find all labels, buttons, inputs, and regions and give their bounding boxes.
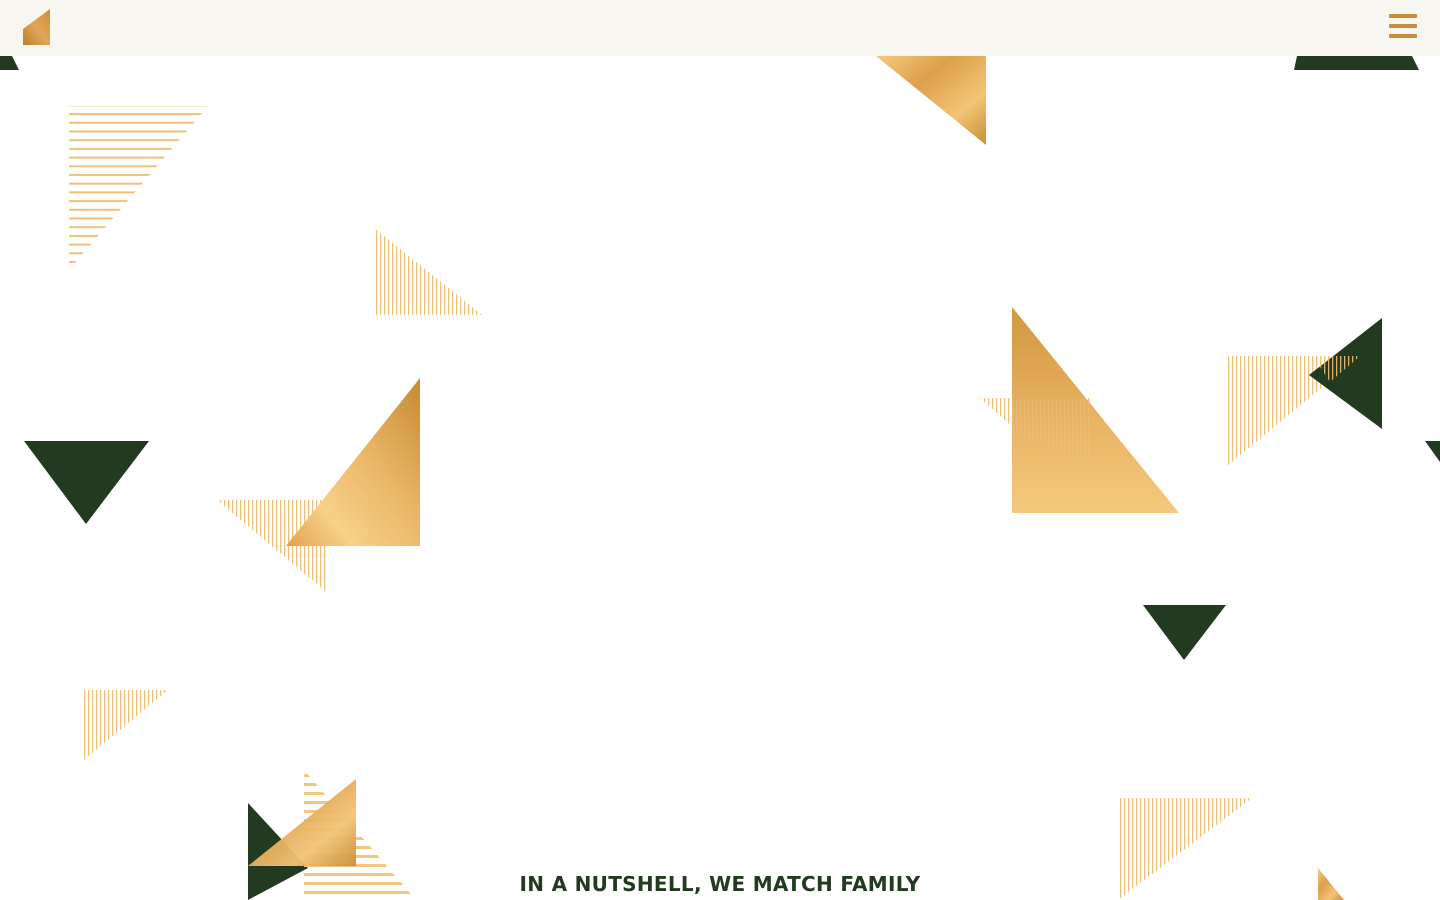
hamburger-menu-button[interactable]: [1388, 12, 1418, 42]
hamburger-menu-icon-line: [1389, 34, 1417, 38]
striped-triangle-upper-middle: [374, 228, 482, 315]
green-triangle-left: [24, 441, 149, 524]
decorative-triangles: [0, 56, 1440, 900]
striped-triangle-left: [69, 106, 208, 270]
green-triangle-corner-top-left: [0, 56, 19, 70]
logo[interactable]: [22, 9, 52, 46]
striped-triangle-lower-left: [84, 690, 168, 760]
hamburger-menu-icon-line: [1389, 24, 1417, 28]
green-triangle-edge-right: [1425, 441, 1440, 462]
gold-triangle-logo-icon: [23, 9, 50, 45]
green-triangle-right-lower: [1143, 605, 1226, 660]
hamburger-menu-icon: [1389, 14, 1417, 18]
hero-tagline: IN A NUTSHELL, WE MATCH FAMILY: [519, 872, 921, 896]
page: IN A NUTSHELL, WE MATCH FAMILY: [0, 0, 1440, 900]
top-nav-bar: [0, 0, 1440, 56]
green-trapezoid-top-right: [1294, 56, 1419, 70]
gold-triangle-top: [876, 56, 986, 145]
green-triangle-far-right: [1309, 318, 1382, 429]
